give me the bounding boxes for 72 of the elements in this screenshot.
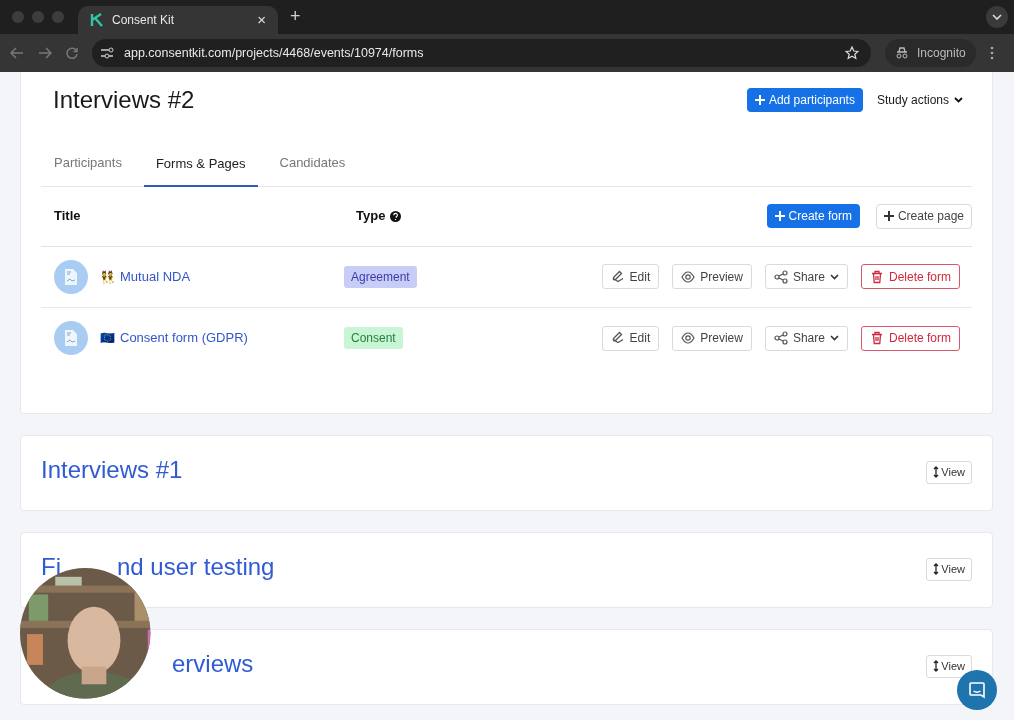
incognito-label: Incognito bbox=[917, 45, 966, 62]
type-tag: Agreement bbox=[344, 265, 417, 288]
plus-icon bbox=[754, 95, 765, 105]
k-logo-icon bbox=[90, 13, 104, 27]
vertical-arrows-icon bbox=[933, 660, 940, 672]
window-control-icon bbox=[52, 11, 64, 23]
create-page-button[interactable]: Create page bbox=[875, 203, 972, 229]
tab[interactable]: Candidates bbox=[267, 153, 358, 186]
form-title-link[interactable]: Mutual NDA bbox=[120, 266, 191, 287]
url-text: app.consentkit.com/projects/4468/events/10974/forms bbox=[124, 44, 425, 62]
study-title-link[interactable]: erviews bbox=[172, 651, 254, 676]
column-header: Title bbox=[54, 207, 82, 226]
edit-icon bbox=[610, 331, 625, 345]
reload-icon bbox=[66, 47, 78, 59]
edit-button[interactable]: Edit bbox=[601, 325, 660, 351]
study-title-link[interactable]: Fi bbox=[41, 554, 61, 579]
browser-tab[interactable]: Consent Kit × bbox=[78, 6, 278, 34]
document-icon bbox=[54, 321, 88, 355]
address-bar[interactable]: app.consentkit.com/projects/4468/events/10974/forms bbox=[92, 39, 871, 67]
share-button[interactable]: Share bbox=[764, 325, 848, 351]
document-icon bbox=[54, 259, 88, 294]
trash-icon bbox=[869, 269, 884, 284]
chevron-down-icon bbox=[829, 273, 839, 280]
back-icon bbox=[10, 47, 24, 59]
incognito-icon bbox=[895, 47, 909, 59]
plus-icon bbox=[774, 211, 785, 221]
view-button[interactable]: View bbox=[926, 460, 972, 484]
delete-form-button[interactable]: Delete form bbox=[860, 264, 960, 289]
share-button[interactable]: Share bbox=[764, 264, 848, 289]
forward-icon bbox=[38, 47, 52, 59]
chat-icon bbox=[968, 681, 986, 699]
share-icon bbox=[773, 269, 788, 284]
chevron-down-icon bbox=[992, 14, 1002, 20]
study-title-link[interactable]: Interviews #1 bbox=[41, 457, 183, 482]
help-icon bbox=[390, 210, 402, 222]
edit-icon bbox=[610, 269, 625, 284]
column-header: Type bbox=[356, 207, 386, 226]
tab[interactable]: Forms & Pages bbox=[143, 153, 258, 187]
new-tab-button[interactable]: + bbox=[290, 3, 301, 30]
delete-form-button[interactable]: Delete form bbox=[860, 325, 960, 351]
emoji-icon: 👯 bbox=[100, 267, 115, 286]
eye-icon bbox=[681, 269, 696, 284]
tab-title: Consent Kit bbox=[112, 12, 176, 29]
edit-button[interactable]: Edit bbox=[601, 264, 660, 289]
vertical-arrows-icon bbox=[933, 563, 940, 575]
plus-icon bbox=[883, 211, 894, 221]
star-icon bbox=[845, 46, 859, 60]
share-icon bbox=[773, 331, 788, 345]
eye-icon bbox=[681, 331, 696, 345]
preview-button[interactable]: Preview bbox=[672, 325, 752, 351]
chat-button[interactable] bbox=[957, 670, 997, 710]
site-settings-icon bbox=[100, 47, 114, 59]
chevron-down-icon bbox=[954, 97, 963, 103]
tab-menu-button[interactable] bbox=[986, 6, 1008, 28]
view-button[interactable]: View bbox=[926, 557, 972, 581]
window-control-icon bbox=[12, 11, 24, 23]
add-participants-button[interactable]: Add participants bbox=[746, 88, 863, 112]
preview-button[interactable]: Preview bbox=[672, 264, 752, 289]
type-tag: Consent bbox=[344, 327, 403, 349]
form-title-link[interactable]: Consent form (GDPR) bbox=[120, 328, 248, 348]
trash-icon bbox=[869, 331, 884, 345]
tab[interactable]: Participants bbox=[42, 153, 134, 186]
create-form-button[interactable]: Create form bbox=[766, 204, 860, 228]
chevron-down-icon bbox=[829, 335, 839, 341]
close-icon[interactable]: × bbox=[257, 8, 266, 32]
study-title: Interviews #2 bbox=[53, 85, 195, 115]
study-title-link[interactable]: nd user testing bbox=[117, 554, 275, 579]
study-actions-menu[interactable]: Study actions bbox=[876, 91, 963, 109]
more-icon bbox=[989, 46, 994, 60]
window-control-icon bbox=[32, 11, 44, 23]
emoji-icon: 🇪🇺 bbox=[100, 329, 115, 347]
vertical-arrows-icon bbox=[933, 466, 940, 478]
